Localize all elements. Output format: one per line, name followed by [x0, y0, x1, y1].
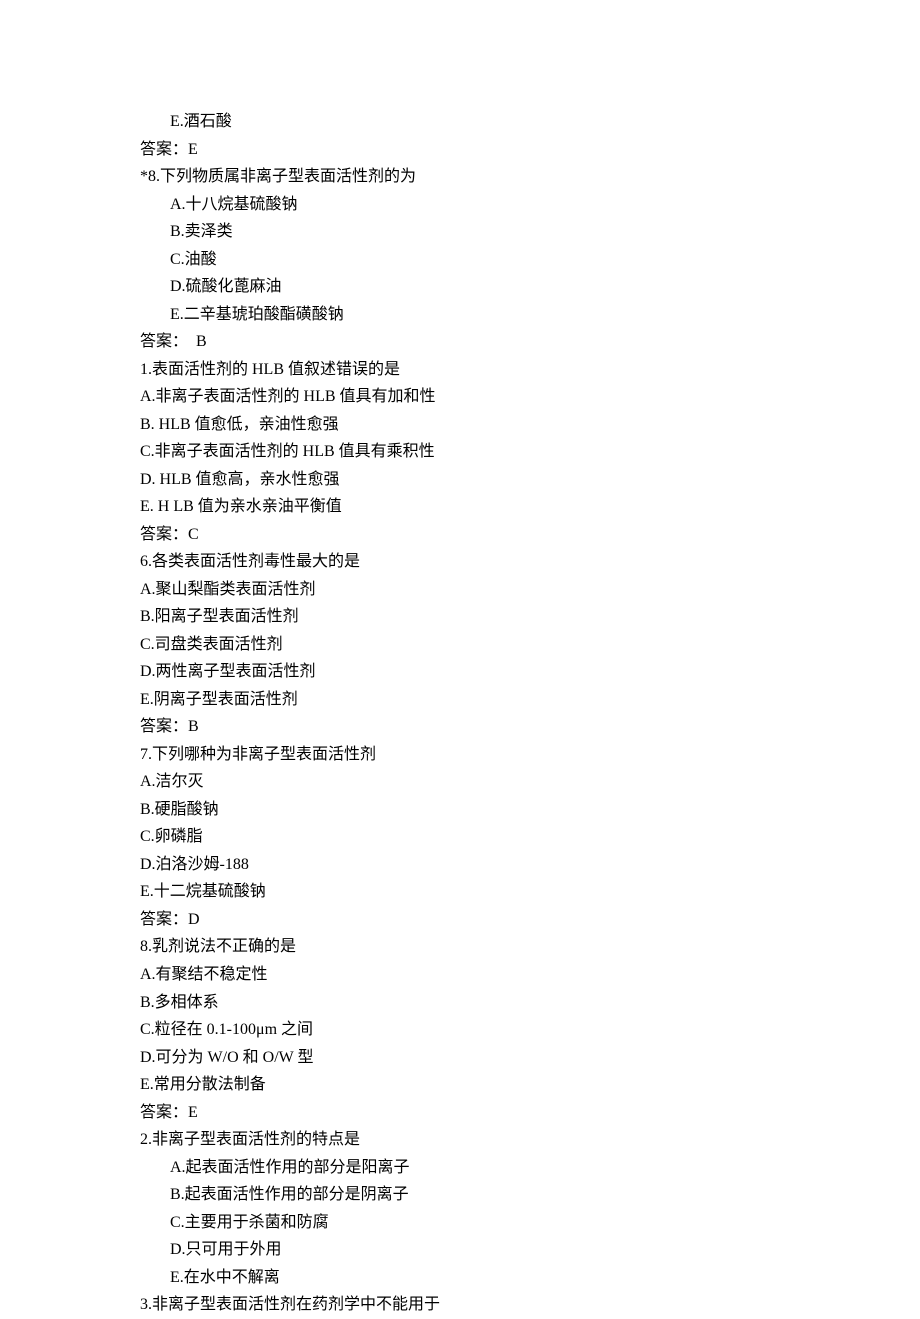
text-line: C.卵磷脂	[140, 823, 920, 851]
document-page: E.酒石酸答案：E*8.下列物质属非离子型表面活性剂的为A.十八烷基硫酸钠B.卖…	[0, 0, 920, 1319]
text-line: 答案：E	[140, 1099, 920, 1127]
text-line: 答案：D	[140, 906, 920, 934]
text-line: A.起表面活性作用的部分是阳离子	[140, 1154, 920, 1182]
text-line: A.十八烷基硫酸钠	[140, 191, 920, 219]
text-line: C.非离子表面活性剂的 HLB 值具有乘积性	[140, 438, 920, 466]
text-line: 8.乳剂说法不正确的是	[140, 933, 920, 961]
text-line: D.泊洛沙姆-188	[140, 851, 920, 879]
text-line: *8.下列物质属非离子型表面活性剂的为	[140, 163, 920, 191]
text-line: A.洁尔灭	[140, 768, 920, 796]
text-line: E.阴离子型表面活性剂	[140, 686, 920, 714]
text-line: E.十二烷基硫酸钠	[140, 878, 920, 906]
text-line: D.可分为 W/O 和 O/W 型	[140, 1044, 920, 1072]
text-line: C.司盘类表面活性剂	[140, 631, 920, 659]
text-line: C.主要用于杀菌和防腐	[140, 1209, 920, 1237]
text-line: E.酒石酸	[140, 108, 920, 136]
text-line: 答案：C	[140, 521, 920, 549]
text-line: D.两性离子型表面活性剂	[140, 658, 920, 686]
text-line: B.卖泽类	[140, 218, 920, 246]
text-line: 答案：B	[140, 713, 920, 741]
text-line: C.油酸	[140, 246, 920, 274]
text-line: B. HLB 值愈低，亲油性愈强	[140, 411, 920, 439]
text-line: B.起表面活性作用的部分是阴离子	[140, 1181, 920, 1209]
text-line: 答案：E	[140, 136, 920, 164]
text-line: 6.各类表面活性剂毒性最大的是	[140, 548, 920, 576]
text-line: B.多相体系	[140, 989, 920, 1017]
text-line: A.聚山梨酯类表面活性剂	[140, 576, 920, 604]
text-line: B.硬脂酸钠	[140, 796, 920, 824]
text-line: 7.下列哪种为非离子型表面活性剂	[140, 741, 920, 769]
text-line: 1.表面活性剂的 HLB 值叙述错误的是	[140, 356, 920, 384]
text-line: D. HLB 值愈高，亲水性愈强	[140, 466, 920, 494]
text-line: E. H LB 值为亲水亲油平衡值	[140, 493, 920, 521]
text-line: E.在水中不解离	[140, 1264, 920, 1292]
text-line: A.有聚结不稳定性	[140, 961, 920, 989]
text-line: D.只可用于外用	[140, 1236, 920, 1264]
text-line: C.粒径在 0.1-100μm 之间	[140, 1016, 920, 1044]
text-line: B.阳离子型表面活性剂	[140, 603, 920, 631]
text-line: E.二辛基琥珀酸酯磺酸钠	[140, 301, 920, 329]
text-line: A.非离子表面活性剂的 HLB 值具有加和性	[140, 383, 920, 411]
text-line: 3.非离子型表面活性剂在药剂学中不能用于	[140, 1291, 920, 1319]
text-line: 2.非离子型表面活性剂的特点是	[140, 1126, 920, 1154]
text-line: D.硫酸化蓖麻油	[140, 273, 920, 301]
text-line: 答案： B	[140, 328, 920, 356]
text-line: E.常用分散法制备	[140, 1071, 920, 1099]
